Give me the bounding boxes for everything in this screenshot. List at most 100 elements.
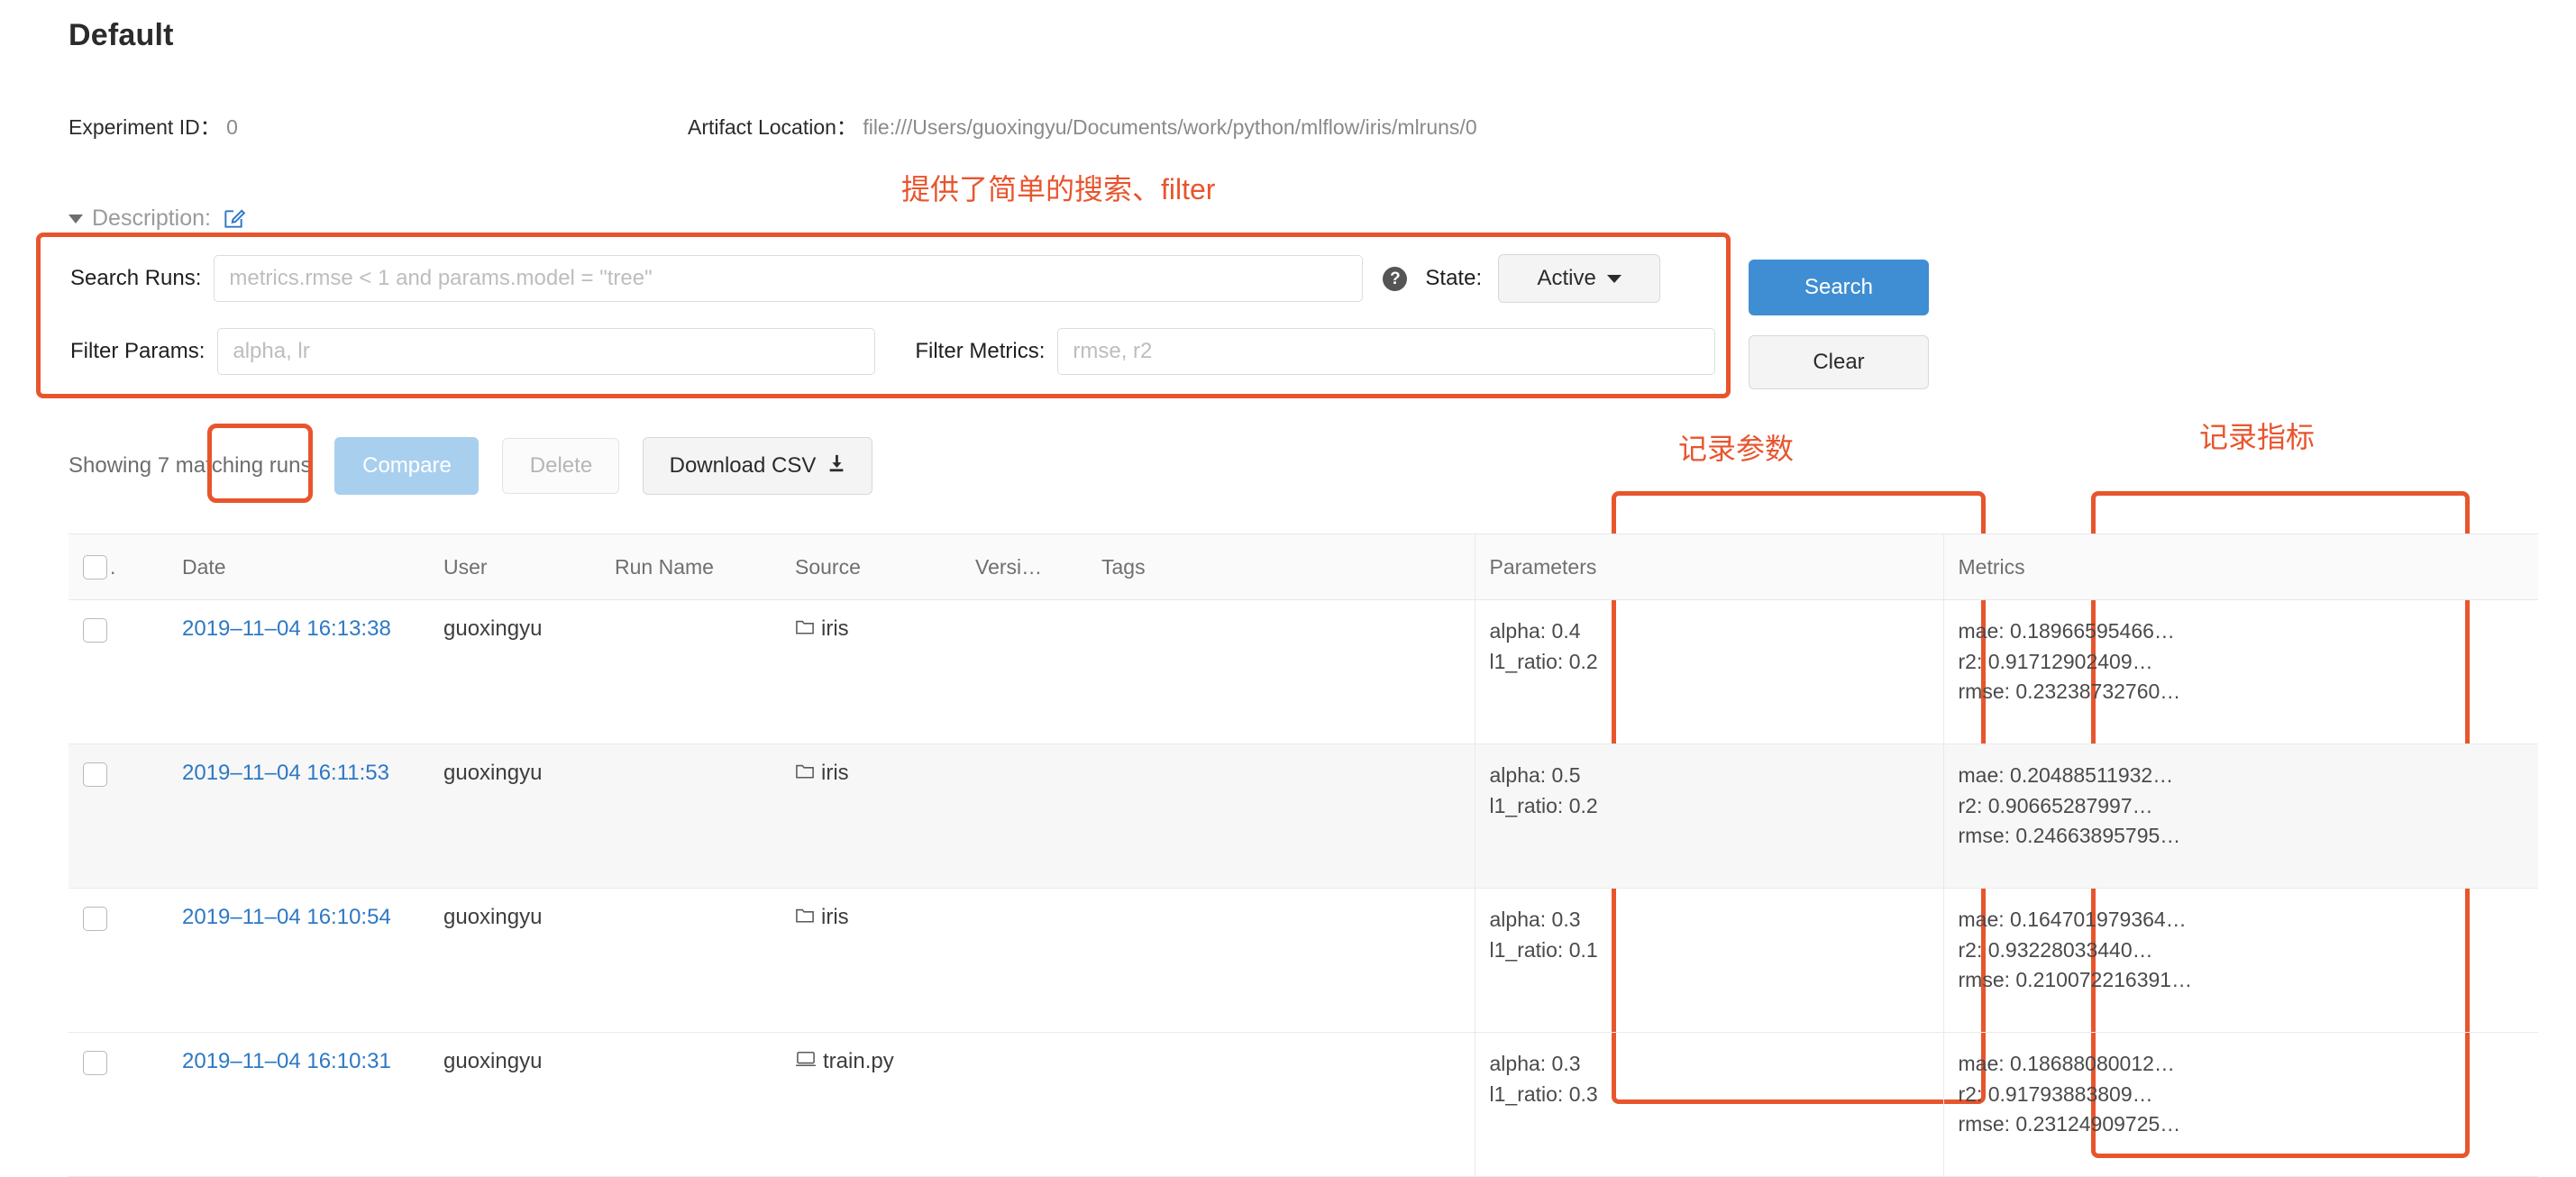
annotation-metrics: 记录指标: [2199, 421, 2316, 453]
artifact-location-value: file:///Users/guoxingyu/Documents/work/p…: [863, 115, 1477, 139]
param-entry: l1_ratio: 0.1: [1489, 937, 1598, 962]
filter-params-input[interactable]: [217, 328, 876, 375]
run-metrics: mae: 0.20488511932… r2: 0.90665287997… rms…: [1959, 761, 2525, 851]
param-entry: alpha: 0.3: [1489, 908, 1581, 932]
folder-icon: [795, 905, 815, 930]
header-source[interactable]: Source: [781, 533, 961, 601]
metric-entry: r2: 0.91793883809…: [1958, 1081, 2153, 1106]
row-tags-cell: [1087, 1032, 1475, 1177]
action-bar: Showing 7 matching runs Compare Delete D…: [69, 437, 873, 495]
row-source-cell[interactable]: train.py: [781, 1032, 961, 1177]
help-icon[interactable]: ?: [1383, 266, 1408, 291]
header-user[interactable]: User: [429, 533, 600, 601]
row-checkbox-cell[interactable]: [69, 599, 168, 745]
row-user-cell: guoxingyu: [429, 1032, 600, 1177]
select-all-checkbox[interactable]: [83, 555, 107, 580]
row-source-cell[interactable]: iris: [781, 599, 961, 745]
row-parameters-cell: alpha: 0.5 l1_ratio: 0.2: [1474, 744, 1943, 890]
run-source[interactable]: iris: [795, 616, 849, 642]
row-parameters-cell: alpha: 0.3 l1_ratio: 0.1: [1474, 888, 1943, 1034]
header-version[interactable]: Versi…: [961, 533, 1087, 601]
row-checkbox-cell[interactable]: [69, 888, 168, 1034]
param-entry: l1_ratio: 0.2: [1489, 649, 1598, 673]
experiment-id-label: Experiment ID：: [69, 115, 221, 139]
run-source[interactable]: iris: [795, 905, 849, 930]
filter-metrics-input[interactable]: [1057, 328, 1716, 375]
row-checkbox[interactable]: [83, 906, 107, 931]
row-date-cell[interactable]: 2019–11–04 16:13:38: [168, 599, 429, 745]
row-checkbox[interactable]: [83, 617, 107, 643]
page-title: Default: [69, 18, 174, 52]
row-source-cell[interactable]: iris: [781, 888, 961, 1034]
row-checkbox[interactable]: [83, 1050, 107, 1075]
row-version-cell: [961, 1032, 1087, 1177]
header-date[interactable]: Date: [168, 533, 429, 601]
metric-entry: mae: 0.20488511932…: [1958, 763, 2174, 788]
row-date-cell[interactable]: 2019–11–04 16:11:53: [168, 744, 429, 890]
folder-icon: [795, 616, 815, 642]
row-checkbox-cell[interactable]: [69, 744, 168, 890]
annotation-search-filter: 提供了简单的搜索、filter: [901, 173, 1216, 205]
row-metrics-cell: mae: 0.18966595466… r2: 0.91712902409… rms…: [1942, 599, 2538, 745]
run-source[interactable]: train.py: [795, 1049, 894, 1074]
row-metrics-cell: mae: 0.164701979364… r2: 0.93228033440… rm…: [1942, 888, 2538, 1034]
run-metrics: mae: 0.18688080012… r2: 0.91793883809… rms…: [1959, 1049, 2525, 1139]
table-row[interactable]: 2019–11–04 16:13:38 guoxingyu iris alpha: 0…: [69, 599, 2538, 745]
header-run-name[interactable]: Run Name: [600, 533, 781, 601]
row-source-cell[interactable]: iris: [781, 744, 961, 890]
run-user: guoxingyu: [443, 905, 543, 930]
state-dropdown[interactable]: Active: [1498, 254, 1661, 303]
run-source[interactable]: iris: [795, 761, 849, 786]
row-checkbox-cell[interactable]: [69, 1032, 168, 1177]
filter-params-row: Filter Params: Filter Metrics:: [70, 328, 1716, 375]
run-parameters: alpha: 0.5 l1_ratio: 0.2: [1490, 761, 1929, 821]
row-tags-cell: [1087, 599, 1475, 745]
run-date-link[interactable]: 2019–11–04 16:10:31: [182, 1049, 391, 1073]
edit-icon[interactable]: [222, 207, 246, 231]
run-date-link[interactable]: 2019–11–04 16:11:53: [182, 761, 389, 785]
run-date-link[interactable]: 2019–11–04 16:13:38: [182, 616, 391, 641]
search-button[interactable]: Search: [1749, 260, 1929, 315]
header-parameters[interactable]: Parameters: [1474, 533, 1943, 601]
table-header-row: . Date User Run Name Source Versi… Tags …: [69, 533, 2538, 601]
annotation-parameters: 记录参数: [1678, 433, 1795, 465]
row-user-cell: guoxingyu: [429, 888, 600, 1034]
row-date-cell[interactable]: 2019–11–04 16:10:31: [168, 1032, 429, 1177]
filter-params-label: Filter Params:: [70, 339, 206, 363]
header-check-label: .: [110, 555, 116, 579]
row-version-cell: [961, 744, 1087, 890]
header-tags[interactable]: Tags: [1087, 533, 1475, 601]
delete-button[interactable]: Delete: [502, 438, 620, 494]
row-checkbox[interactable]: [83, 762, 107, 787]
description-toggle[interactable]: Description:: [69, 205, 246, 232]
param-entry: alpha: 0.3: [1489, 1052, 1581, 1076]
table-row[interactable]: 2019–11–04 16:10:31 guoxingyu train.py alph…: [69, 1032, 2538, 1177]
run-parameters: alpha: 0.4 l1_ratio: 0.2: [1490, 616, 1929, 677]
row-date-cell[interactable]: 2019–11–04 16:10:54: [168, 888, 429, 1034]
search-runs-input[interactable]: [214, 255, 1364, 302]
compare-button[interactable]: Compare: [334, 437, 480, 495]
header-select-all[interactable]: .: [69, 533, 168, 601]
run-date-link[interactable]: 2019–11–04 16:10:54: [182, 905, 391, 929]
state-dropdown-value: Active: [1537, 266, 1596, 290]
download-csv-button[interactable]: Download CSV: [643, 437, 873, 495]
row-metrics-cell: mae: 0.20488511932… r2: 0.90665287997… rms…: [1942, 744, 2538, 890]
param-entry: alpha: 0.4: [1489, 619, 1581, 643]
metric-entry: rmse: 0.23124909725…: [1958, 1112, 2181, 1136]
metric-entry: mae: 0.18966595466…: [1958, 619, 2175, 643]
laptop-icon: [795, 1049, 817, 1074]
row-tags-cell: [1087, 888, 1475, 1034]
table-row[interactable]: 2019–11–04 16:10:54 guoxingyu iris alpha: 0…: [69, 888, 2538, 1034]
filter-metrics-label: Filter Metrics:: [915, 339, 1046, 363]
showing-runs-text: Showing 7 matching runs: [69, 453, 312, 478]
run-source-label: iris: [821, 761, 849, 786]
artifact-location-label: Artifact Location：: [688, 115, 857, 139]
row-parameters-cell: alpha: 0.4 l1_ratio: 0.2: [1474, 599, 1943, 745]
table-row[interactable]: 2019–11–04 16:11:53 guoxingyu iris alpha: 0…: [69, 744, 2538, 890]
param-entry: l1_ratio: 0.2: [1489, 793, 1598, 817]
row-tags-cell: [1087, 744, 1475, 890]
run-parameters: alpha: 0.3 l1_ratio: 0.3: [1490, 1049, 1929, 1109]
row-metrics-cell: mae: 0.18688080012… r2: 0.91793883809… rms…: [1942, 1032, 2538, 1177]
clear-button[interactable]: Clear: [1749, 335, 1929, 389]
header-metrics[interactable]: Metrics: [1942, 533, 2538, 601]
